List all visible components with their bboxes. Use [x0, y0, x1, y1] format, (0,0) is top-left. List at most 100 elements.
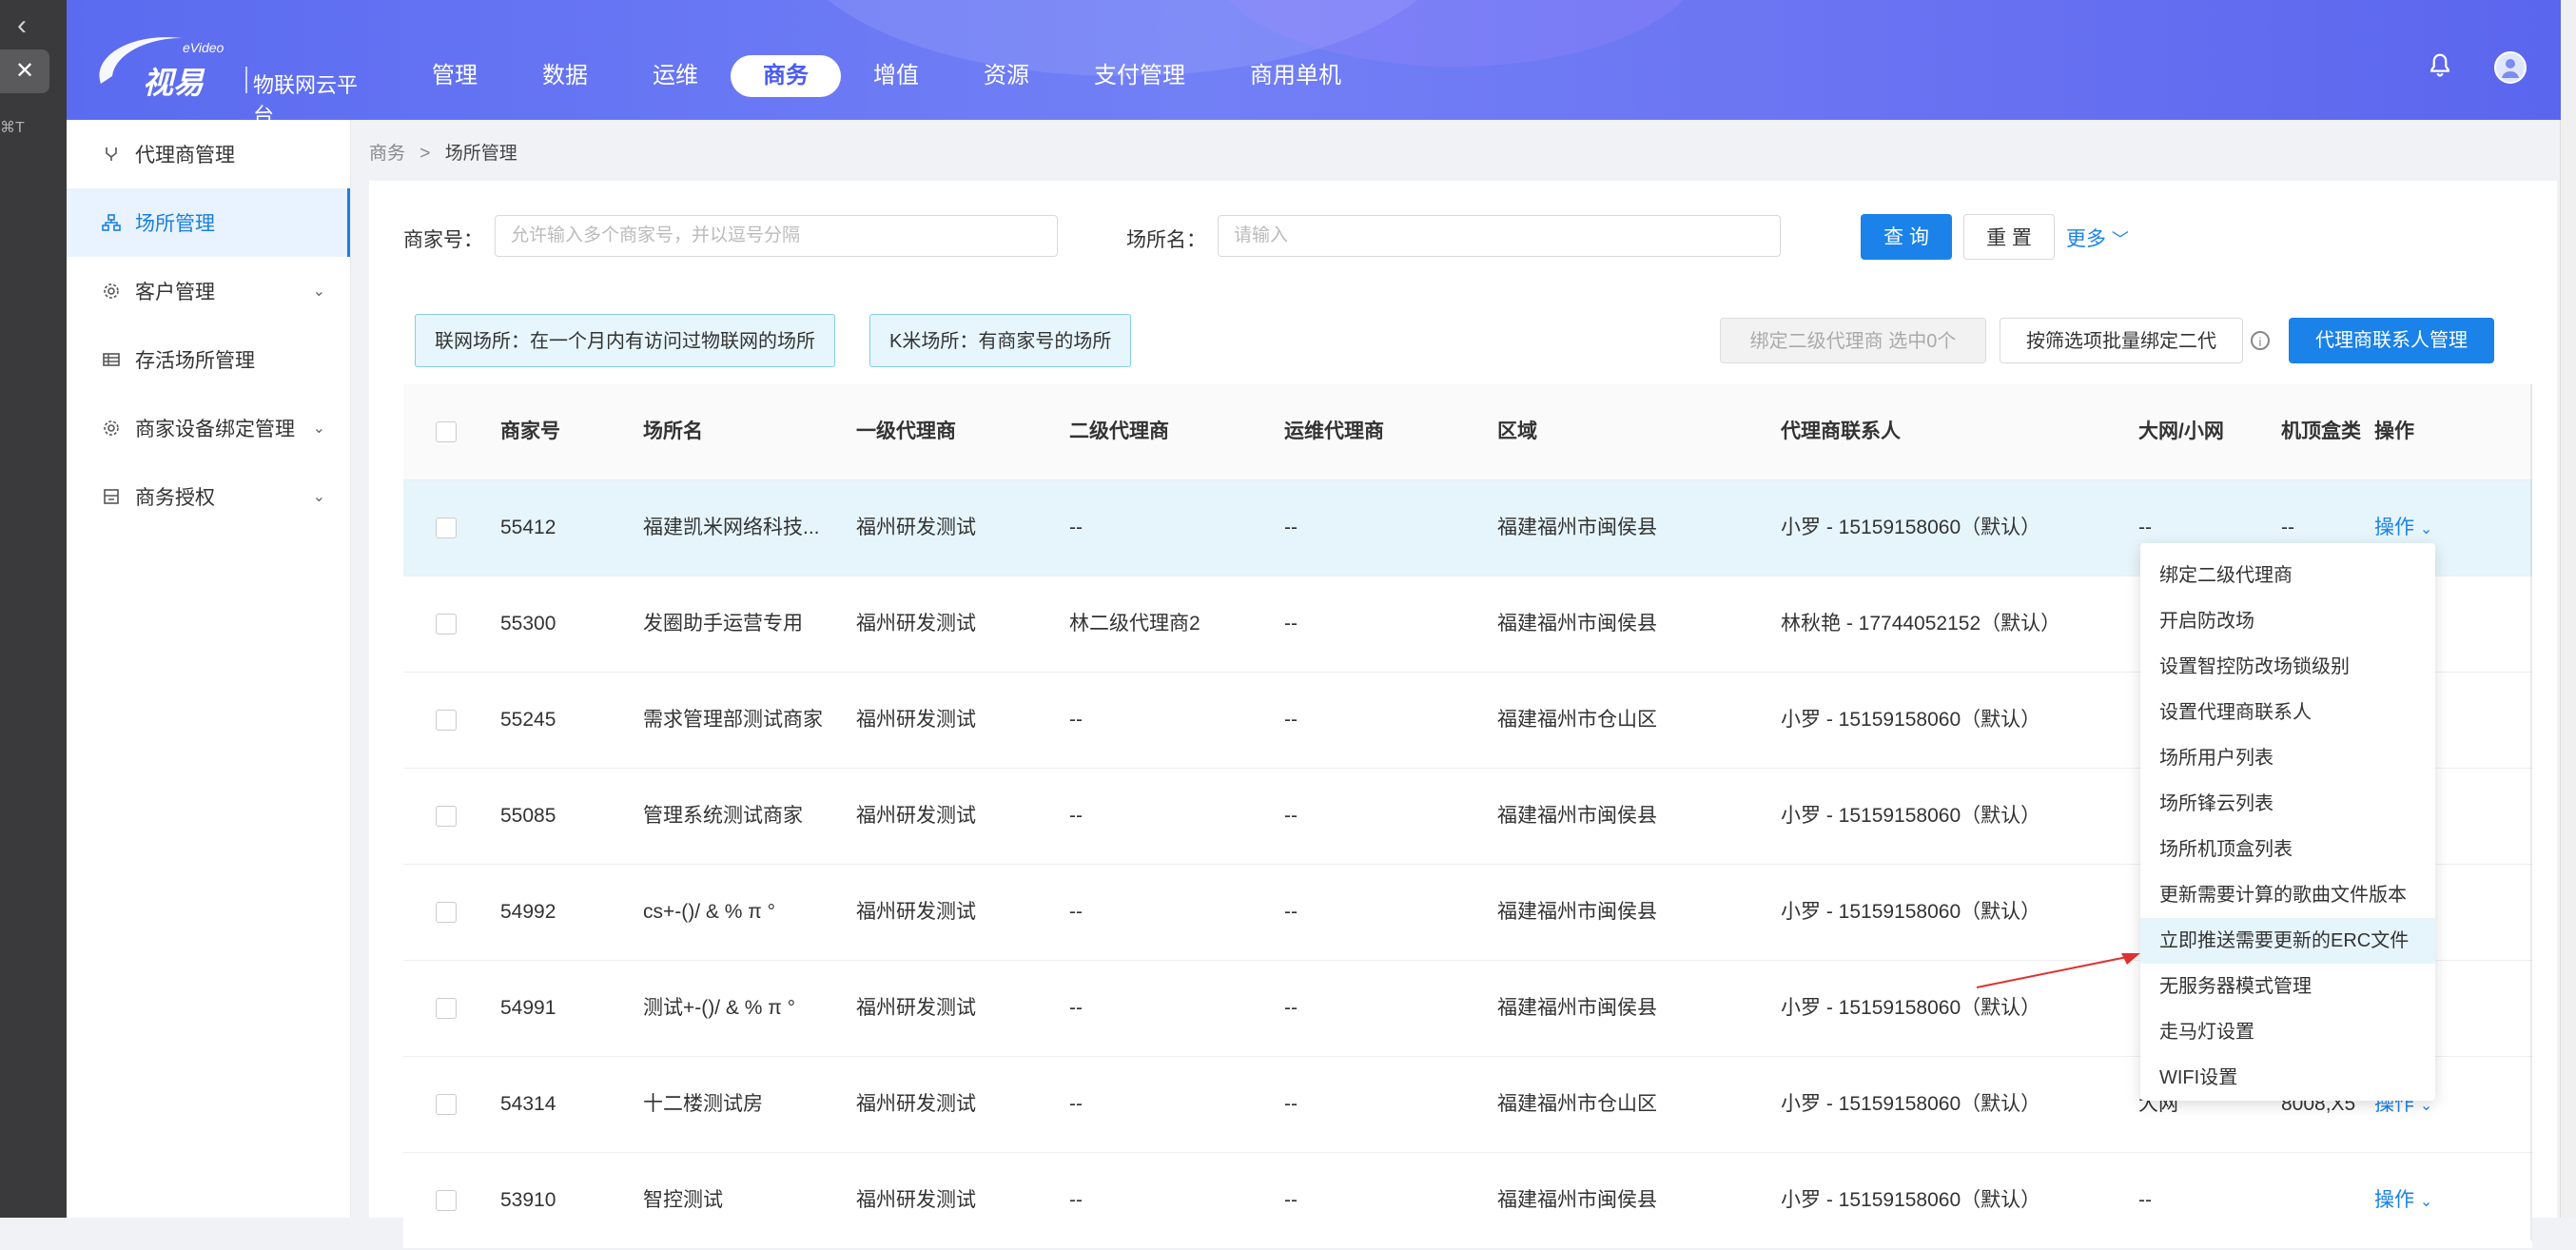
- menu-item-wifi[interactable]: WIFI设置: [2140, 1055, 2435, 1101]
- sidebar-item-venue-management[interactable]: 场所管理: [67, 188, 350, 257]
- nav-manage[interactable]: 管理: [400, 55, 510, 97]
- operation-label: 操作: [2374, 1189, 2414, 1211]
- row-checkbox[interactable]: [436, 1190, 457, 1211]
- query-button[interactable]: 查 询: [1861, 214, 1952, 260]
- cell-second-agent: --: [1069, 709, 1083, 731]
- menu-item-lock-level[interactable]: 设置智控防改场锁级别: [2140, 644, 2435, 690]
- row-checkbox[interactable]: [436, 998, 457, 1019]
- column-header: 区域: [1497, 420, 1537, 442]
- row-checkbox[interactable]: [436, 806, 457, 827]
- cell-first-agent: 福州研发测试: [856, 1093, 976, 1115]
- batch-bind-button[interactable]: 按筛选项批量绑定二代: [2000, 318, 2243, 363]
- cell-agent-contact: 小罗 - 15159158060（默认）: [1781, 901, 2041, 923]
- cell-second-agent: --: [1069, 517, 1083, 538]
- bind-second-agent-button[interactable]: 绑定二级代理商 选中0个: [1720, 318, 1986, 363]
- breadcrumb-separator: >: [420, 144, 431, 164]
- menu-item-push-erc[interactable]: 立即推送需要更新的ERC文件: [2140, 918, 2435, 964]
- table-row[interactable]: 53910 智控测试 福州研发测试 -- -- 福建福州市闽侯县 小罗 - 15…: [403, 1153, 2532, 1249]
- cell-agent-contact: 小罗 - 15159158060（默认）: [1781, 517, 2041, 538]
- cell-ops-agent: --: [1284, 1189, 1298, 1211]
- window-side-strip: ‹ ✕ ⌘T: [0, 0, 67, 1218]
- window-scrollbar[interactable]: [2560, 0, 2576, 1218]
- sidebar-item-device-binding[interactable]: 商家设备绑定管理 ⌄: [67, 394, 350, 462]
- sidebar-item-active-venues[interactable]: 存活场所管理: [67, 325, 350, 394]
- menu-item-venue-stb[interactable]: 场所机顶盒列表: [2140, 827, 2435, 872]
- menu-item-set-agent-contact[interactable]: 设置代理商联系人: [2140, 690, 2435, 735]
- cell-agent-contact: 小罗 - 15159158060（默认）: [1781, 1189, 2041, 1211]
- menu-item-venue-cloud[interactable]: 场所锋云列表: [2140, 781, 2435, 827]
- column-header: 场所名: [643, 420, 703, 442]
- nav-standalone[interactable]: 商用单机: [1218, 55, 1374, 97]
- sidebar-item-label: 存活场所管理: [135, 350, 255, 372]
- chevron-down-icon[interactable]: ⌄: [313, 419, 325, 438]
- cell-first-agent: 福州研发测试: [856, 901, 976, 923]
- cell-agent-contact: 林秋艳 - 17744052152（默认）: [1781, 613, 2061, 635]
- menu-item-update-song-version[interactable]: 更新需要计算的歌曲文件版本: [2140, 872, 2435, 918]
- sidebar-item-customer-management[interactable]: 客户管理 ⌄: [67, 257, 350, 325]
- chevron-down-icon: ⌄: [2419, 1194, 2433, 1210]
- sidebar-item-label: 客户管理: [135, 282, 215, 303]
- cell-region: 福建福州市仓山区: [1497, 709, 1657, 731]
- cell-ops-agent: --: [1284, 805, 1298, 827]
- back-icon[interactable]: ‹: [17, 10, 27, 42]
- cell-venue-name: cs+-()/ & % π °: [643, 901, 775, 923]
- cell-venue-name: 发圈助手运营专用: [643, 613, 803, 635]
- nav-payment[interactable]: 支付管理: [1062, 55, 1218, 97]
- kmi-venue-tag: K米场所：有商家号的场所: [869, 314, 1132, 367]
- nav-value-added[interactable]: 增值: [841, 55, 951, 97]
- menu-item-bind-second-agent[interactable]: 绑定二级代理商: [2140, 553, 2435, 598]
- row-checkbox[interactable]: [436, 710, 457, 731]
- user-avatar[interactable]: [2494, 51, 2527, 84]
- cell-merchant-id: 54992: [500, 901, 556, 923]
- cell-first-agent: 福州研发测试: [856, 613, 976, 635]
- menu-item-enable-anti-change[interactable]: 开启防改场: [2140, 598, 2435, 644]
- bell-icon[interactable]: [2426, 51, 2454, 80]
- sidebar-item-label: 场所管理: [135, 213, 215, 235]
- column-header: 运维代理商: [1284, 420, 1384, 442]
- operation-label: 操作: [2374, 517, 2414, 538]
- menu-item-serverless-mode[interactable]: 无服务器模式管理: [2140, 964, 2435, 1009]
- breadcrumb: 商务 > 场所管理: [369, 139, 517, 165]
- row-operation-link[interactable]: 操作 ⌄: [2374, 1153, 2432, 1250]
- row-checkbox[interactable]: [436, 902, 457, 923]
- column-header: 二级代理商: [1069, 420, 1169, 442]
- nav-ops[interactable]: 运维: [620, 55, 731, 97]
- cell-merchant-id: 53910: [500, 1189, 556, 1211]
- sidebar-item-agent-management[interactable]: 代理商管理: [67, 120, 350, 188]
- cell-ops-agent: --: [1284, 901, 1298, 923]
- nav-resources[interactable]: 资源: [951, 55, 1062, 97]
- row-checkbox[interactable]: [436, 1094, 457, 1115]
- row-checkbox[interactable]: [436, 614, 457, 635]
- reset-button[interactable]: 重 置: [1963, 214, 2055, 260]
- logo-small-text: eVideo: [183, 40, 224, 55]
- cell-ops-agent: --: [1284, 997, 1298, 1019]
- column-header: 操作: [2374, 420, 2414, 442]
- chevron-down-icon[interactable]: ⌄: [313, 282, 325, 301]
- sidebar: 代理商管理 场所管理 客户管理 ⌄ 存活场所管理 商家设备绑定管理 ⌄ 商务授权…: [67, 120, 351, 1218]
- more-filters-link[interactable]: 更多 ﹀: [2066, 224, 2129, 252]
- select-all-checkbox[interactable]: [436, 421, 457, 442]
- logo[interactable]: eVideo 视易 物联网云平台: [91, 29, 377, 120]
- menu-item-marquee[interactable]: 走马灯设置: [2140, 1009, 2435, 1055]
- breadcrumb-parent[interactable]: 商务: [369, 144, 405, 164]
- sidebar-item-label: 商务授权: [135, 487, 215, 509]
- info-icon[interactable]: i: [2251, 331, 2270, 350]
- cell-venue-name: 需求管理部测试商家: [643, 709, 823, 731]
- cell-ops-agent: --: [1284, 1093, 1298, 1115]
- sidebar-item-business-auth[interactable]: 商务授权 ⌄: [67, 462, 350, 531]
- chevron-down-icon[interactable]: ⌄: [313, 487, 325, 506]
- cell-region: 福建福州市闽侯县: [1497, 997, 1657, 1019]
- cell-venue-name: 测试+-()/ & % π °: [643, 997, 795, 1019]
- cell-merchant-id: 55300: [500, 613, 556, 635]
- nav-data[interactable]: 数据: [510, 55, 620, 97]
- agent-contact-management-button[interactable]: 代理商联系人管理: [2289, 318, 2494, 363]
- annotation-arrow-icon: [1976, 953, 2140, 988]
- merchant-input[interactable]: [495, 215, 1058, 257]
- row-checkbox[interactable]: [436, 518, 457, 538]
- menu-item-venue-users[interactable]: 场所用户列表: [2140, 735, 2435, 781]
- venue-input[interactable]: [1218, 215, 1781, 257]
- cell-venue-name: 管理系统测试商家: [643, 805, 803, 827]
- nav-business[interactable]: 商务: [731, 55, 841, 97]
- top-header: eVideo 视易 物联网云平台 管理 数据 运维 商务 增值 资源 支付管理 …: [67, 0, 2561, 120]
- close-icon[interactable]: ✕: [0, 49, 49, 93]
